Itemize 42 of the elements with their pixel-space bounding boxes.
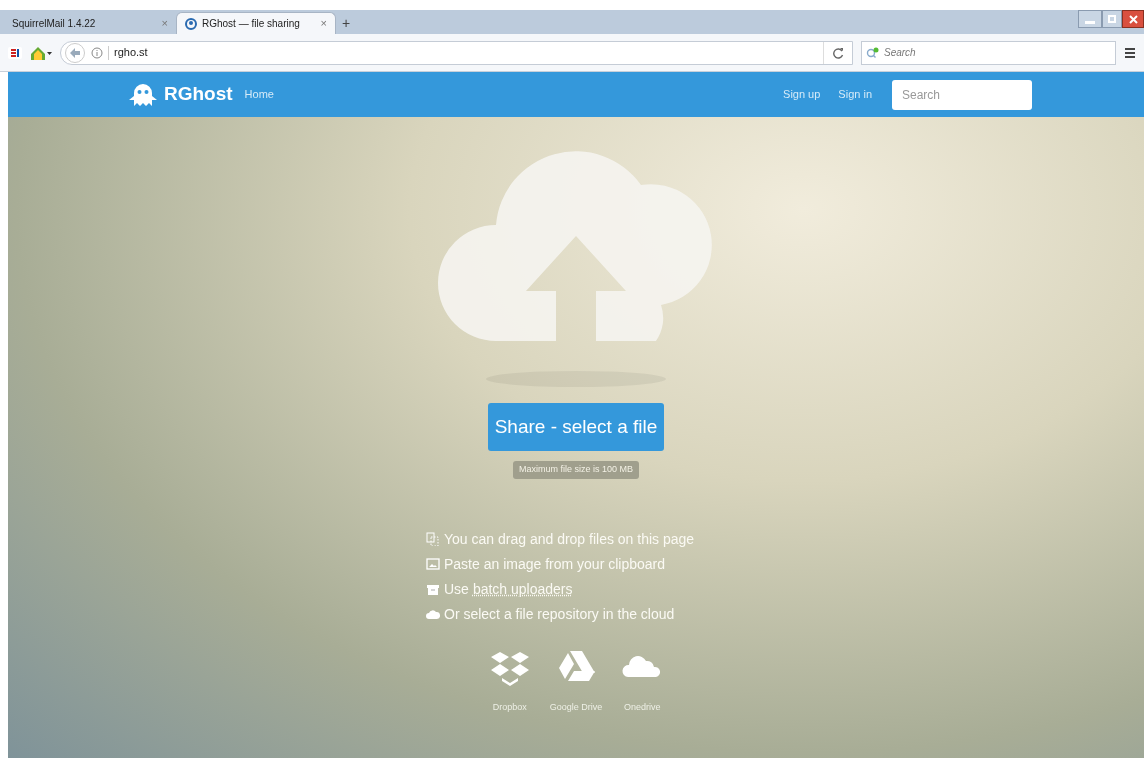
share-button[interactable]: Share - select a file (488, 403, 664, 451)
nav-link[interactable]: Home (244, 86, 274, 103)
archive-icon (426, 582, 440, 596)
file-size-badge: Maximum file size is 100 MB (513, 461, 639, 479)
url-text: rgho.st (114, 45, 148, 61)
cloud-service-link[interactable]: Onedrive (622, 646, 663, 714)
extension-icon[interactable] (8, 45, 22, 60)
cloud-service-link[interactable]: Google Drive (549, 646, 603, 714)
back-icon[interactable] (65, 42, 85, 63)
batch-uploaders-link[interactable]: batch uploaders (472, 578, 573, 600)
ghost-logo-icon[interactable] (128, 81, 158, 108)
tab-title: SquirrelMail 1.4.22 (12, 16, 97, 31)
drag-drop-icon (426, 532, 440, 546)
hint-text: You can drag and drop files on this page (444, 529, 695, 549)
hint-text: Or select a file repository in the cloud (444, 604, 675, 624)
globe-icon (185, 17, 197, 30)
image-icon (426, 557, 440, 571)
search-field[interactable]: Search (892, 79, 1032, 110)
tab-title: RGhost — file sharing (202, 17, 301, 31)
nav-link[interactable]: Sign in (838, 86, 872, 103)
service-label: Google Drive (549, 700, 603, 714)
info-icon[interactable] (91, 46, 103, 59)
browser-tab[interactable]: RGhost — file sharing × (176, 12, 336, 34)
tab-close-button[interactable]: × (320, 15, 327, 32)
service-label: Dropbox (492, 700, 527, 714)
hint-text: Use (444, 579, 469, 599)
home-icon[interactable] (30, 45, 52, 60)
tab-close-button[interactable]: × (161, 14, 168, 32)
reload-icon[interactable] (832, 46, 844, 59)
browser-search-field[interactable]: Search (861, 40, 1116, 65)
cloud-service-link[interactable]: Dropbox (489, 646, 530, 714)
close-icon (1128, 14, 1138, 24)
close-button[interactable] (1122, 10, 1144, 28)
menu-icon[interactable] (1124, 46, 1136, 59)
cloud-icon (426, 607, 440, 621)
minimize-button[interactable] (1078, 10, 1102, 28)
address-bar[interactable]: rgho.st (60, 40, 853, 65)
new-tab-button[interactable]: + (342, 16, 351, 30)
nav-link[interactable]: Sign up (783, 86, 821, 103)
service-label: Onedrive (624, 700, 661, 714)
brand-link[interactable]: RGhost (164, 80, 233, 109)
hint-text: Paste an image from your clipboard (444, 554, 665, 574)
